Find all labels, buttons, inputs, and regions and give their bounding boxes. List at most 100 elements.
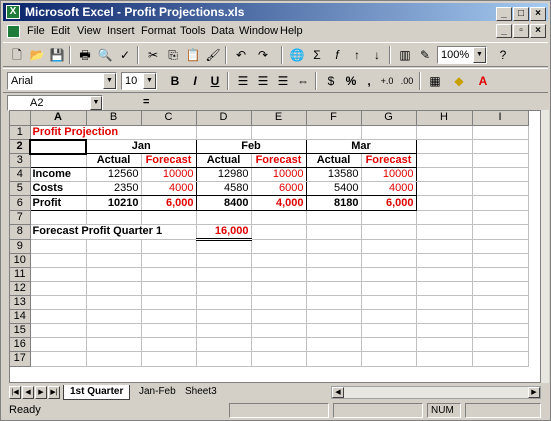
data-cell[interactable]: 12560 bbox=[85, 167, 142, 183]
cell[interactable] bbox=[416, 153, 473, 169]
print-icon[interactable]: 🖶 bbox=[75, 46, 95, 64]
cell[interactable] bbox=[196, 125, 252, 141]
spelling-icon[interactable]: ✓ bbox=[115, 46, 135, 64]
cell[interactable] bbox=[86, 281, 142, 297]
subheader-forecast[interactable]: Forecast bbox=[251, 153, 307, 169]
cell[interactable] bbox=[30, 210, 87, 225]
cell[interactable] bbox=[361, 281, 417, 297]
cell[interactable] bbox=[361, 267, 417, 282]
cell[interactable] bbox=[196, 253, 252, 268]
cell[interactable] bbox=[251, 323, 307, 339]
cell[interactable] bbox=[472, 295, 529, 311]
cell[interactable] bbox=[416, 253, 473, 268]
month-header-feb[interactable]: Feb bbox=[195, 139, 307, 155]
cell[interactable] bbox=[251, 309, 307, 325]
fill-color-icon[interactable]: ◆ bbox=[449, 72, 469, 90]
row-header-1[interactable]: 1 bbox=[10, 125, 31, 141]
row-header-3[interactable]: 3 bbox=[10, 153, 31, 169]
cell[interactable] bbox=[306, 281, 362, 297]
cell[interactable] bbox=[30, 351, 87, 367]
help-icon[interactable]: ? bbox=[493, 46, 513, 64]
row-label-income[interactable]: Income bbox=[29, 167, 87, 183]
cell[interactable] bbox=[306, 351, 362, 367]
last-sheet-icon[interactable]: ▶| bbox=[48, 386, 60, 399]
scroll-right-icon[interactable]: ▶ bbox=[528, 387, 540, 398]
cell[interactable] bbox=[472, 351, 529, 367]
col-header-i[interactable]: I bbox=[472, 111, 529, 126]
chevron-down-icon[interactable]: ▼ bbox=[473, 47, 486, 63]
col-header-e[interactable]: E bbox=[251, 111, 307, 126]
row-header-13[interactable]: 13 bbox=[10, 295, 31, 311]
col-header-g[interactable]: G bbox=[361, 111, 417, 126]
cell[interactable] bbox=[196, 267, 252, 282]
cell[interactable] bbox=[472, 153, 529, 169]
worksheet-grid[interactable]: A B C D E F G H I 1 Profit Projection 2 … bbox=[9, 110, 541, 383]
bold-button[interactable]: B bbox=[165, 72, 185, 90]
data-cell[interactable]: 4580 bbox=[196, 181, 252, 197]
chart-wizard-icon[interactable]: ▥ bbox=[395, 46, 415, 64]
underline-button[interactable]: U bbox=[205, 72, 225, 90]
subheader-forecast[interactable]: Forecast bbox=[141, 153, 197, 169]
cell[interactable] bbox=[141, 323, 197, 339]
menu-edit[interactable]: Edit bbox=[51, 25, 70, 37]
cell[interactable] bbox=[416, 337, 473, 353]
merge-center-icon[interactable]: ⇔ bbox=[293, 72, 313, 90]
cell[interactable] bbox=[196, 210, 252, 225]
open-icon[interactable]: 📂 bbox=[27, 46, 47, 64]
data-cell[interactable]: 4000 bbox=[141, 181, 197, 197]
select-all-corner[interactable] bbox=[10, 111, 31, 126]
tab-jan-feb[interactable]: Jan-Feb bbox=[133, 385, 182, 400]
month-header-jan[interactable]: Jan bbox=[85, 139, 197, 155]
formula-input[interactable] bbox=[159, 95, 544, 111]
data-cell[interactable]: 6,000 bbox=[141, 195, 197, 211]
cell[interactable] bbox=[416, 281, 473, 297]
format-painter-icon[interactable]: 🖌 bbox=[203, 46, 223, 64]
comma-button[interactable]: , bbox=[359, 72, 379, 90]
cell[interactable] bbox=[86, 323, 142, 339]
decrease-decimal-icon[interactable]: .00 bbox=[397, 72, 417, 90]
data-cell[interactable]: 6000 bbox=[251, 181, 307, 197]
subheader-actual[interactable]: Actual bbox=[196, 153, 252, 169]
copy-icon[interactable]: ⎘ bbox=[163, 46, 183, 64]
cell[interactable] bbox=[141, 337, 197, 353]
hyperlink-icon[interactable]: 🌐 bbox=[287, 46, 307, 64]
vertical-scrollbar[interactable] bbox=[541, 110, 549, 383]
cell[interactable] bbox=[361, 351, 417, 367]
menu-file[interactable]: File bbox=[27, 25, 45, 37]
doc-close-button[interactable]: × bbox=[530, 24, 546, 38]
first-sheet-icon[interactable]: |◀ bbox=[9, 386, 21, 399]
print-preview-icon[interactable]: 🔍 bbox=[95, 46, 115, 64]
cell[interactable] bbox=[472, 224, 529, 240]
cell[interactable] bbox=[251, 125, 307, 141]
cell[interactable] bbox=[196, 351, 252, 367]
row-header-2[interactable]: 2 bbox=[10, 139, 31, 155]
cell[interactable] bbox=[472, 337, 529, 353]
cell[interactable] bbox=[472, 253, 529, 268]
doc-minimize-button[interactable]: _ bbox=[496, 24, 512, 38]
cell-a2-active[interactable] bbox=[29, 138, 87, 155]
row-header-14[interactable]: 14 bbox=[10, 309, 31, 325]
cell-a1-title[interactable]: Profit Projection bbox=[30, 125, 197, 141]
chevron-down-icon[interactable]: ▼ bbox=[143, 73, 156, 89]
cell[interactable] bbox=[141, 309, 197, 325]
month-header-mar[interactable]: Mar bbox=[305, 139, 417, 155]
cell[interactable] bbox=[472, 125, 529, 141]
cell[interactable] bbox=[416, 267, 473, 282]
cell[interactable] bbox=[472, 239, 529, 254]
percent-button[interactable]: % bbox=[341, 72, 361, 90]
menu-help[interactable]: Help bbox=[280, 25, 303, 37]
cell[interactable] bbox=[472, 167, 529, 183]
chevron-down-icon[interactable]: ▼ bbox=[103, 73, 116, 89]
italic-button[interactable]: I bbox=[185, 72, 205, 90]
redo-icon[interactable]: ↷ bbox=[253, 46, 273, 64]
cell[interactable] bbox=[141, 281, 197, 297]
cell[interactable] bbox=[472, 309, 529, 325]
cell[interactable] bbox=[86, 295, 142, 311]
row-header-7[interactable]: 7 bbox=[10, 210, 31, 225]
cell[interactable] bbox=[30, 309, 87, 325]
tab-1st-quarter[interactable]: 1st Quarter bbox=[63, 385, 131, 400]
cell[interactable] bbox=[472, 195, 529, 211]
data-cell[interactable]: 10000 bbox=[361, 167, 417, 183]
cell[interactable] bbox=[196, 309, 252, 325]
next-sheet-icon[interactable]: ▶ bbox=[35, 386, 47, 399]
